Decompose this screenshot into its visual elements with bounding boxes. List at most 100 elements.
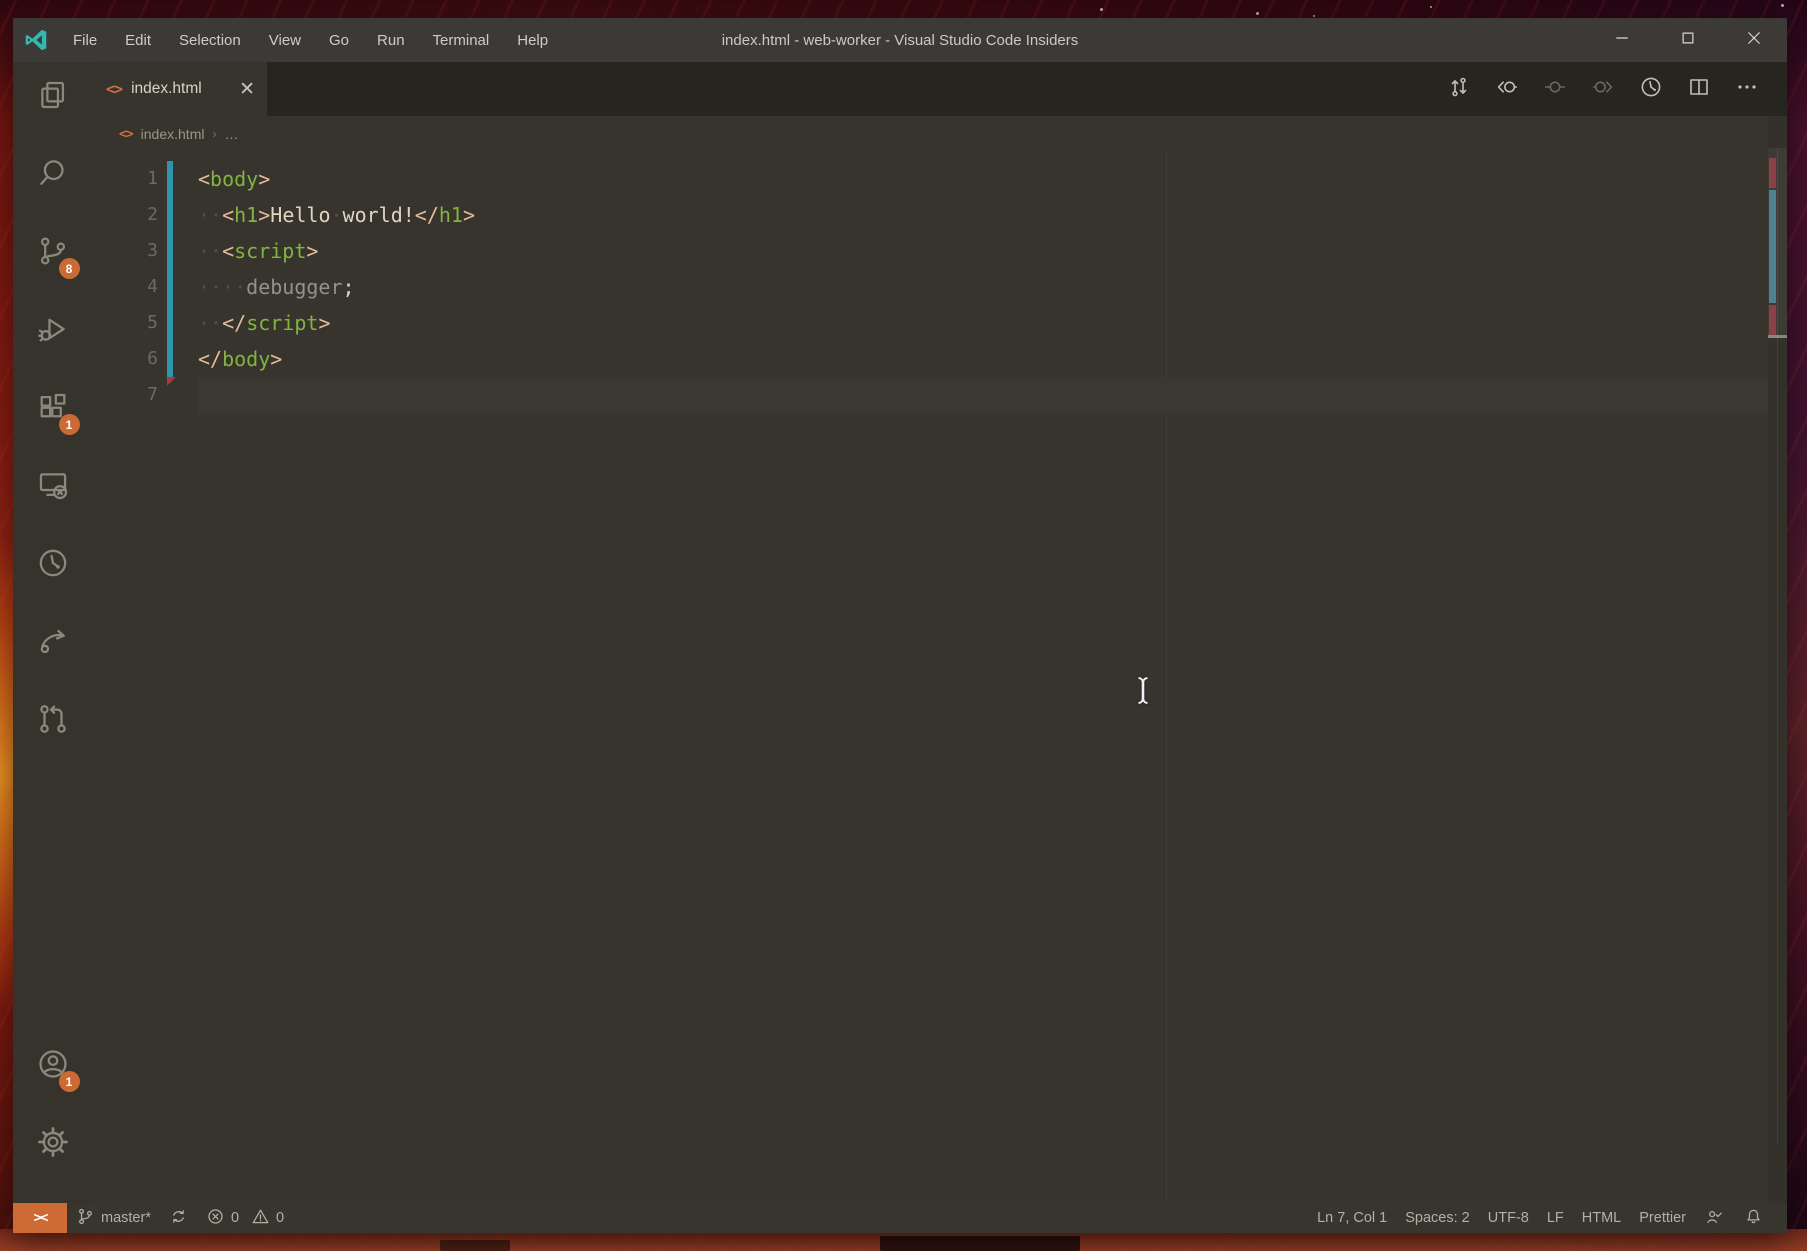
- editor-group: <> index.html › … 1 <body>2··<h1>Hello·wo…: [92, 116, 1787, 1203]
- code-line-5[interactable]: 5··</script>: [92, 305, 1768, 341]
- activity-bar-item-remote-explorer[interactable]: [29, 463, 77, 511]
- badge-extensions: 1: [59, 414, 80, 435]
- wallpaper-patch: [440, 1240, 510, 1251]
- run-circle-icon: [1639, 75, 1663, 104]
- status-problems[interactable]: 00: [197, 1203, 293, 1233]
- menu-bar: FileEditSelectionViewGoRunTerminalHelp: [59, 18, 562, 62]
- minimize-button[interactable]: [1589, 18, 1655, 62]
- files-icon: [36, 78, 70, 117]
- tab-index-html[interactable]: <> index.html ✕: [92, 62, 267, 116]
- wallpaper-star: [1100, 8, 1103, 11]
- breadcrumb-file[interactable]: index.html: [141, 126, 205, 142]
- wallpaper-star: [1430, 6, 1432, 8]
- split-editor-icon: [1687, 75, 1711, 104]
- git-modified-gutter: [167, 197, 173, 233]
- next-change-icon: [1591, 75, 1615, 104]
- code-text: <body>: [198, 161, 270, 197]
- status-eol-label: LF: [1547, 1210, 1564, 1226]
- menu-edit[interactable]: Edit: [111, 18, 165, 62]
- activity-bar-item-settings[interactable]: [29, 1120, 77, 1168]
- maximize-icon: [1679, 29, 1697, 51]
- menu-file[interactable]: File: [59, 18, 111, 62]
- tab-actions: [1445, 62, 1761, 116]
- activity-bar-item-explorer[interactable]: [29, 73, 77, 121]
- status-language-mode-label: HTML: [1582, 1210, 1621, 1226]
- git-modified-gutter: [167, 269, 173, 305]
- breadcrumb-rest[interactable]: …: [224, 126, 238, 142]
- code-text: ··<h1>Hello·world!</h1>: [198, 197, 475, 233]
- code-line-4[interactable]: 4····debugger;: [92, 269, 1768, 305]
- next-change-button: [1589, 75, 1617, 103]
- close-icon: [1745, 29, 1763, 51]
- previous-change-icon: [1495, 75, 1519, 104]
- status-notifications[interactable]: [1734, 1203, 1773, 1233]
- code-line-2[interactable]: 2··<h1>Hello·world!</h1>: [92, 197, 1768, 233]
- breadcrumb[interactable]: <> index.html › …: [92, 116, 1787, 152]
- split-editor-button[interactable]: [1685, 75, 1713, 103]
- status-problems-label2: 0: [276, 1210, 284, 1226]
- git-deleted-gutter: [167, 377, 176, 386]
- code-line-1[interactable]: 1 <body>: [92, 161, 1768, 197]
- bell-icon: [1744, 1207, 1763, 1230]
- status-git-branch-label: master*: [101, 1210, 151, 1226]
- status-sync[interactable]: [160, 1203, 197, 1233]
- tab-close-icon[interactable]: ✕: [239, 80, 255, 99]
- status-git-branch[interactable]: master*: [67, 1203, 160, 1233]
- menu-selection[interactable]: Selection: [165, 18, 255, 62]
- activity-bar-item-timeline[interactable]: [29, 541, 77, 589]
- activity-bar-item-source-control[interactable]: 8: [29, 229, 77, 277]
- status-cursor-position[interactable]: Ln 7, Col 1: [1308, 1203, 1396, 1233]
- activity-bar-item-run-and-debug[interactable]: [29, 307, 77, 355]
- activity-bar-item-github-pull-requests[interactable]: [29, 697, 77, 745]
- activity-bar-item-extensions[interactable]: 1: [29, 385, 77, 433]
- open-changes-button[interactable]: [1445, 75, 1473, 103]
- code-line-3[interactable]: 3 ··<script>: [92, 233, 1768, 269]
- menu-go[interactable]: Go: [315, 18, 363, 62]
- code-lines: 1 <body>2··<h1>Hello·world!</h1>3 ··<scrip…: [92, 161, 1768, 413]
- status-bar: >< master*00 Ln 7, Col 1Spaces: 2UTF-8LF…: [13, 1203, 1787, 1233]
- activity-bar-item-accounts[interactable]: 1: [29, 1042, 77, 1090]
- activity-bar-item-deploy[interactable]: [29, 619, 77, 667]
- status-problems-label: 0: [231, 1210, 239, 1226]
- status-feedback[interactable]: [1695, 1203, 1734, 1233]
- menu-view[interactable]: View: [255, 18, 315, 62]
- previous-change-button[interactable]: [1493, 75, 1521, 103]
- status-indentation[interactable]: Spaces: 2: [1396, 1203, 1479, 1233]
- current-change-icon: [1543, 75, 1567, 104]
- error-icon: [206, 1207, 225, 1230]
- line-number: 4: [92, 269, 158, 305]
- menu-run[interactable]: Run: [363, 18, 419, 62]
- code-line-6[interactable]: 6 </body>: [92, 341, 1768, 377]
- more-actions-button[interactable]: [1733, 75, 1761, 103]
- git-branch-icon: [76, 1207, 95, 1230]
- activity-bar-item-search[interactable]: [29, 151, 77, 199]
- editor-scrollbar[interactable]: [1768, 116, 1787, 1203]
- minimize-icon: [1613, 29, 1631, 51]
- run-or-debug-button[interactable]: [1637, 75, 1665, 103]
- git-modified-gutter: [167, 233, 173, 269]
- status-encoding[interactable]: UTF-8: [1479, 1203, 1538, 1233]
- line-number: 5: [92, 305, 158, 341]
- vscode-window: FileEditSelectionViewGoRunTerminalHelp i…: [13, 18, 1787, 1233]
- sync-icon: [169, 1207, 188, 1230]
- badge-accounts: 1: [59, 1071, 80, 1092]
- line-number: 3: [92, 233, 158, 269]
- ellipsis-icon: [1735, 75, 1759, 104]
- remote-explorer-icon: [36, 468, 70, 507]
- status-formatter[interactable]: Prettier: [1630, 1203, 1695, 1233]
- compare-changes-icon: [1447, 75, 1471, 104]
- overview-ruler-mark: [1769, 158, 1776, 188]
- editor-code-area[interactable]: 1 <body>2··<h1>Hello·world!</h1>3 ··<scrip…: [92, 152, 1768, 1203]
- close-button[interactable]: [1721, 18, 1787, 62]
- code-text: </body>: [198, 341, 282, 377]
- menu-help[interactable]: Help: [503, 18, 562, 62]
- status-language-mode[interactable]: HTML: [1573, 1203, 1630, 1233]
- status-eol[interactable]: LF: [1538, 1203, 1573, 1233]
- code-line-7[interactable]: 7: [92, 377, 1768, 413]
- menu-terminal[interactable]: Terminal: [419, 18, 504, 62]
- remote-indicator[interactable]: ><: [13, 1203, 67, 1233]
- maximize-button[interactable]: [1655, 18, 1721, 62]
- code-text: ··<script>: [198, 233, 318, 269]
- line-number: 6: [92, 341, 158, 377]
- line-number: 1: [92, 161, 158, 197]
